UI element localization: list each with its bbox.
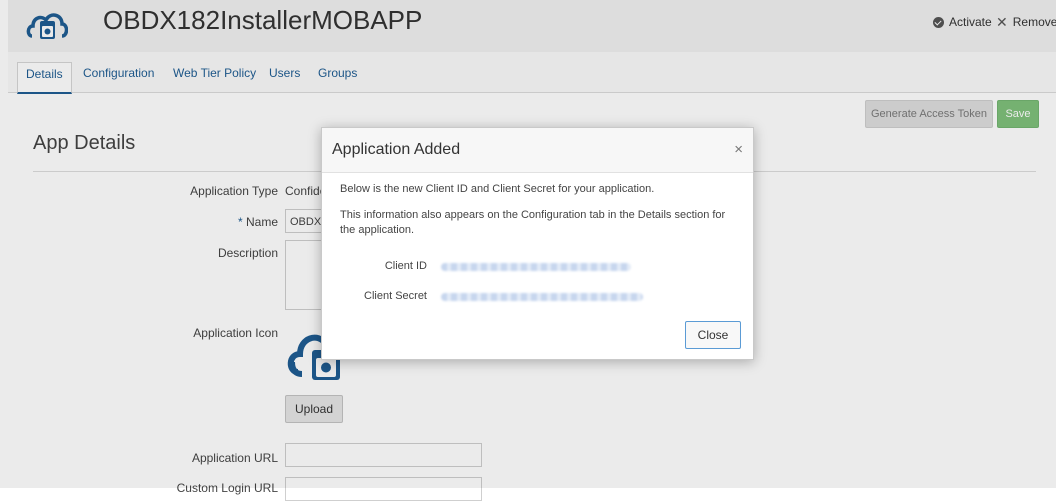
- dialog-title: Application Added: [332, 141, 461, 158]
- dialog-close-icon[interactable]: ×: [734, 141, 743, 158]
- dialog-header: Application Added ×: [322, 128, 753, 173]
- client-secret-value-redacted: [441, 293, 643, 301]
- close-button[interactable]: Close: [685, 321, 741, 349]
- client-id-label: Client ID: [384, 260, 427, 272]
- dialog-info-text: This information also appears on the Con…: [340, 209, 726, 236]
- dialog-intro-text: Below is the new Client ID and Client Se…: [340, 183, 655, 195]
- client-secret-label: Client Secret: [364, 290, 427, 302]
- client-id-value-redacted: [441, 263, 631, 271]
- application-added-dialog: Application Added × Below is the new Cli…: [321, 127, 754, 360]
